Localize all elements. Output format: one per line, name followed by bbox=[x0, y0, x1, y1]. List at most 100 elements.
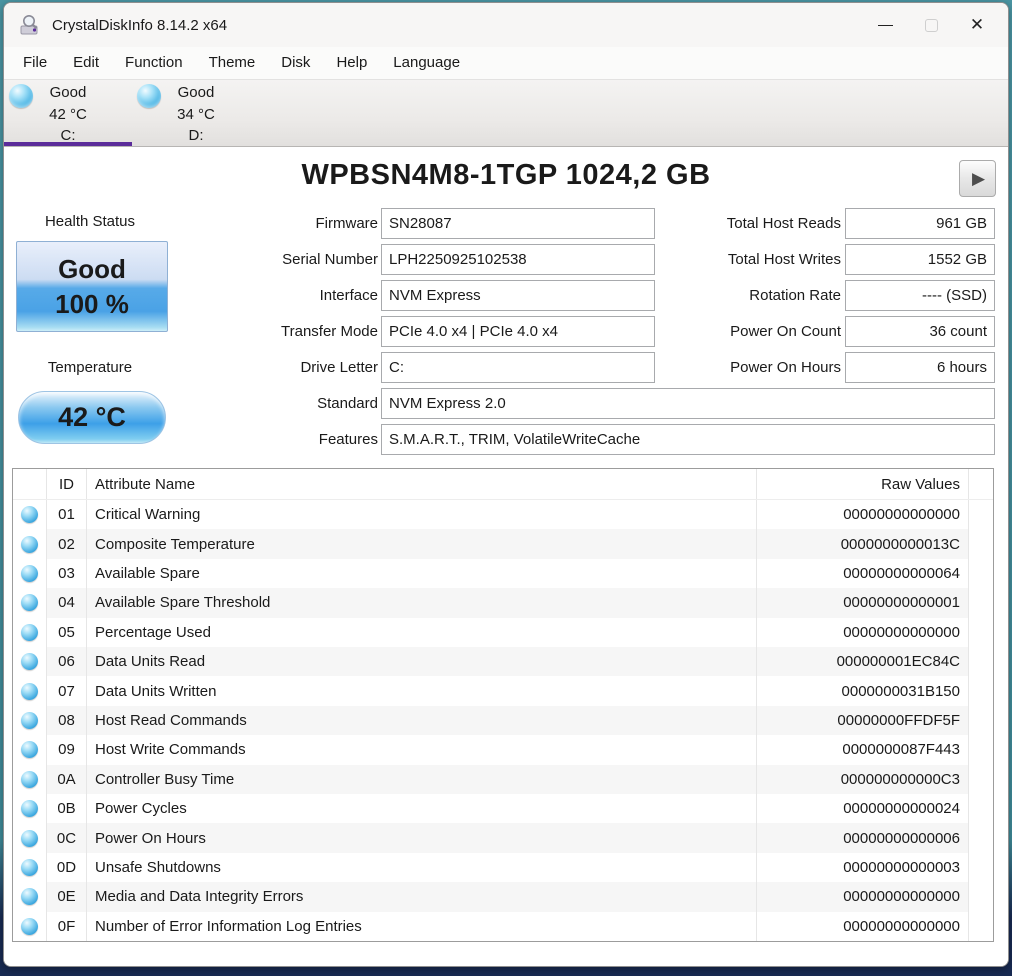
maximize-icon bbox=[924, 18, 938, 32]
attribute-status-orb-icon bbox=[21, 565, 38, 583]
attribute-status-cell bbox=[13, 882, 47, 912]
smart-table-row: 0A Controller Busy Time 000000000000C3 bbox=[13, 764, 993, 795]
attribute-raw-value: 00000000000024 bbox=[757, 794, 969, 824]
smart-table-row: 06 Data Units Read 000000001EC84C bbox=[13, 647, 993, 677]
stat-field-label: Power On Count bbox=[730, 323, 841, 340]
maximize-button[interactable] bbox=[908, 3, 954, 47]
attribute-status-cell bbox=[13, 500, 47, 530]
attribute-tail-spacer bbox=[969, 912, 993, 941]
attribute-id: 05 bbox=[47, 617, 87, 648]
info-field-label: Features bbox=[318, 431, 378, 448]
attribute-status-cell bbox=[13, 558, 47, 589]
attribute-status-cell bbox=[13, 764, 47, 795]
attribute-tail-spacer bbox=[969, 647, 993, 676]
smart-table-row: 0D Unsafe Shutdowns 00000000000003 bbox=[13, 852, 993, 883]
smart-table-row: 04 Available Spare Threshold 0000000000000… bbox=[13, 588, 993, 618]
attribute-id: 03 bbox=[47, 558, 87, 589]
attribute-raw-value: 0000000000013C bbox=[757, 529, 969, 559]
attribute-tail-spacer bbox=[969, 706, 993, 735]
tab-status: Good bbox=[177, 84, 215, 101]
menu-item-edit[interactable]: Edit bbox=[60, 47, 112, 79]
attribute-name: Controller Busy Time bbox=[87, 764, 757, 795]
attribute-status-orb-icon bbox=[21, 829, 38, 847]
attribute-tail-spacer bbox=[969, 765, 993, 794]
drive-tab-c[interactable]: Good 42 °C C: bbox=[4, 80, 132, 146]
smart-table-row: 0C Power On Hours 00000000000006 bbox=[13, 823, 993, 853]
attribute-status-orb-icon bbox=[21, 506, 38, 524]
attribute-name: Data Units Written bbox=[87, 676, 757, 706]
attribute-raw-value: 00000000000000 bbox=[757, 911, 969, 942]
attribute-raw-value: 00000000000006 bbox=[757, 823, 969, 853]
header-id: ID bbox=[47, 469, 87, 499]
info-field-label: Standard bbox=[317, 395, 378, 412]
tab-temperature: 42 °C bbox=[49, 106, 87, 123]
stat-field-row: Total Host Reads 961 GB bbox=[4, 208, 1008, 239]
attribute-status-orb-icon bbox=[21, 917, 38, 935]
info-field-row: Standard NVM Express 2.0 bbox=[4, 388, 1008, 419]
stat-field-value: 961 GB bbox=[845, 208, 995, 239]
attribute-tail-spacer bbox=[969, 853, 993, 882]
attribute-status-orb-icon bbox=[21, 594, 38, 612]
stat-field-row: Power On Hours 6 hours bbox=[4, 352, 1008, 383]
stat-field-label: Power On Hours bbox=[730, 359, 841, 376]
attribute-status-orb-icon bbox=[21, 800, 38, 818]
stat-field-row: Total Host Writes 1552 GB bbox=[4, 244, 1008, 275]
next-drive-button[interactable]: ▶ bbox=[959, 160, 996, 197]
smart-table-row: 08 Host Read Commands 00000000FFDF5F bbox=[13, 705, 993, 736]
attribute-status-cell bbox=[13, 705, 47, 736]
stat-field-label: Total Host Reads bbox=[726, 215, 841, 232]
attribute-status-orb-icon bbox=[21, 535, 38, 553]
stat-field-value: 36 count bbox=[845, 316, 995, 347]
attribute-raw-value: 00000000FFDF5F bbox=[757, 705, 969, 736]
attribute-raw-value: 0000000031B150 bbox=[757, 676, 969, 706]
attribute-tail-spacer bbox=[969, 735, 993, 764]
menu-item-file[interactable]: File bbox=[10, 47, 60, 79]
menu-item-function[interactable]: Function bbox=[112, 47, 196, 79]
attribute-name: Host Write Commands bbox=[87, 735, 757, 765]
attribute-raw-value: 000000000000C3 bbox=[757, 764, 969, 795]
attribute-id: 02 bbox=[47, 529, 87, 559]
attribute-tail-spacer bbox=[969, 794, 993, 823]
attribute-status-cell bbox=[13, 852, 47, 883]
attribute-status-orb-icon bbox=[21, 623, 38, 641]
info-field-row: Features S.M.A.R.T., TRIM, VolatileWriteC… bbox=[4, 424, 1008, 455]
tab-temperature: 34 °C bbox=[177, 106, 215, 123]
close-button[interactable]: ✕ bbox=[954, 3, 1000, 47]
menu-item-disk[interactable]: Disk bbox=[268, 47, 323, 79]
menu-item-help[interactable]: Help bbox=[323, 47, 380, 79]
attribute-name: Available Spare Threshold bbox=[87, 588, 757, 618]
info-field-value: S.M.A.R.T., TRIM, VolatileWriteCache bbox=[381, 424, 995, 455]
attribute-id: 01 bbox=[47, 500, 87, 530]
info-field-value: NVM Express 2.0 bbox=[381, 388, 995, 419]
attribute-tail-spacer bbox=[969, 588, 993, 617]
attribute-id: 09 bbox=[47, 735, 87, 765]
attribute-status-cell bbox=[13, 529, 47, 559]
smart-table-row: 0B Power Cycles 00000000000024 bbox=[13, 794, 993, 824]
window-title: CrystalDiskInfo 8.14.2 x64 bbox=[52, 16, 228, 34]
minimize-button[interactable] bbox=[862, 3, 908, 47]
attribute-name: Host Read Commands bbox=[87, 705, 757, 736]
stat-field-row: Rotation Rate ---- (SSD) bbox=[4, 280, 1008, 311]
attribute-raw-value: 00000000000000 bbox=[757, 882, 969, 912]
app-window: CrystalDiskInfo 8.14.2 x64 ✕ File Edit Fun… bbox=[3, 2, 1009, 967]
stat-field-value: 1552 GB bbox=[845, 244, 995, 275]
attribute-raw-value: 00000000000000 bbox=[757, 617, 969, 648]
smart-table-row: 09 Host Write Commands 0000000087F443 bbox=[13, 735, 993, 765]
attribute-raw-value: 00000000000003 bbox=[757, 852, 969, 883]
menu-item-language[interactable]: Language bbox=[380, 47, 473, 79]
drive-tab-d[interactable]: Good 34 °C D: bbox=[132, 80, 260, 146]
attribute-id: 0A bbox=[47, 764, 87, 795]
header-orb-spacer bbox=[13, 469, 47, 499]
attribute-raw-value: 00000000000000 bbox=[757, 500, 969, 530]
attribute-status-cell bbox=[13, 647, 47, 677]
attribute-tail-spacer bbox=[969, 882, 993, 911]
tab-drive-letter: C: bbox=[60, 127, 76, 144]
stat-field-row: Power On Count 36 count bbox=[4, 316, 1008, 347]
attribute-status-cell bbox=[13, 676, 47, 706]
stat-field-label: Rotation Rate bbox=[749, 287, 841, 304]
attribute-name: Number of Error Information Log Entries bbox=[87, 911, 757, 942]
attribute-name: Power Cycles bbox=[87, 794, 757, 824]
attribute-status-cell bbox=[13, 588, 47, 618]
menu-item-theme[interactable]: Theme bbox=[196, 47, 269, 79]
attribute-raw-value: 00000000000001 bbox=[757, 588, 969, 618]
